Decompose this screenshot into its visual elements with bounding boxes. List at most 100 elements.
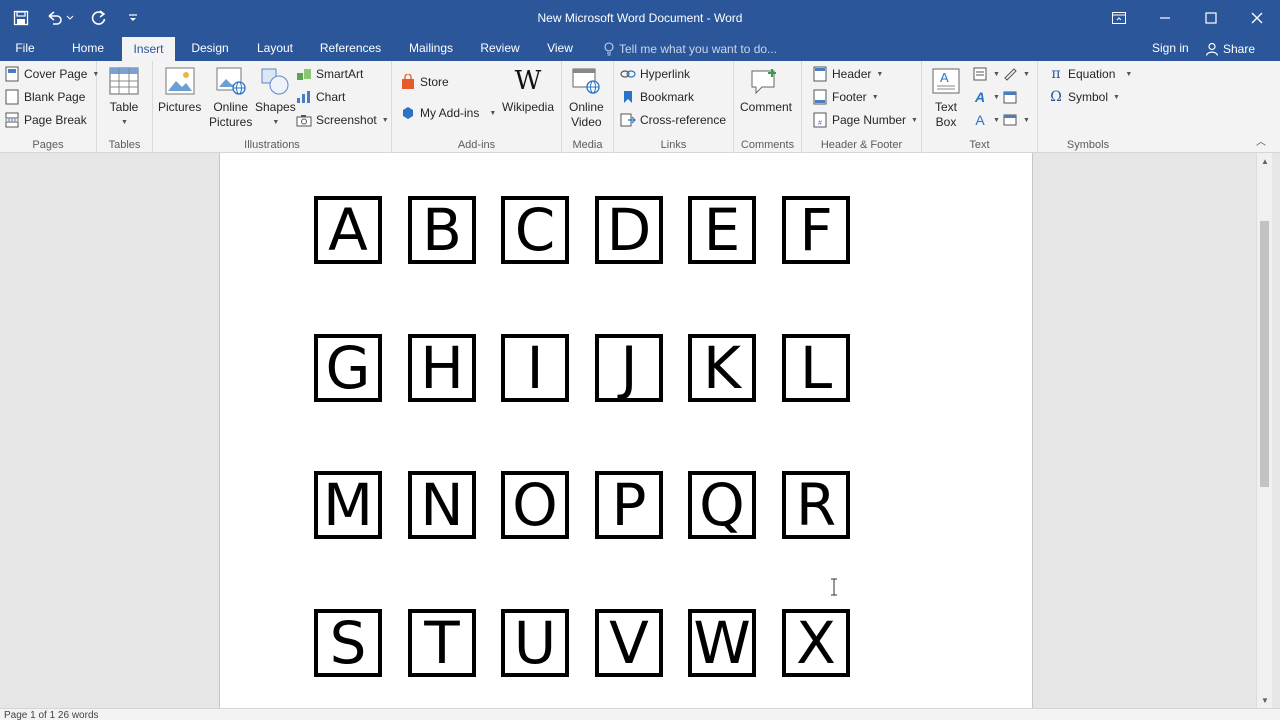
smartart-label: SmartArt: [316, 67, 364, 81]
date-time-button[interactable]: [1002, 86, 1018, 108]
header-button[interactable]: Header ▼: [812, 63, 883, 85]
store-button[interactable]: Store: [400, 71, 449, 93]
cross-reference-button[interactable]: Cross-reference: [620, 109, 726, 131]
quick-parts-button[interactable]: ▼: [972, 63, 1000, 85]
footer-button[interactable]: Footer ▼: [812, 86, 879, 108]
customize-qat-button[interactable]: [118, 5, 148, 31]
comment-button[interactable]: Comment: [740, 65, 792, 115]
letter-box-d: D: [595, 196, 663, 264]
object-button[interactable]: ▼: [1002, 109, 1030, 131]
pictures-label: Pictures: [158, 100, 202, 114]
letter-box-c: C: [501, 196, 569, 264]
redo-button[interactable]: [84, 5, 114, 31]
close-button[interactable]: [1234, 0, 1280, 36]
group-links: Hyperlink Bookmark Cross-reference Links: [614, 61, 734, 153]
header-label: Header: [832, 67, 872, 81]
page-number-label: Page Number: [832, 113, 907, 127]
signature-icon: [1002, 66, 1018, 82]
scroll-up-button[interactable]: ▲: [1257, 153, 1273, 169]
table-button[interactable]: Table ▼: [108, 65, 140, 130]
group-text: A Text Box ▼ ▼ A ▼ A ▼ ▼ Text: [922, 61, 1038, 153]
drop-cap-button[interactable]: A ▼: [972, 109, 1000, 131]
my-addins-button[interactable]: My Add-ins ▼: [400, 102, 496, 124]
share-button[interactable]: Share: [1205, 36, 1255, 61]
online-pictures-button[interactable]: Online Pictures: [209, 65, 252, 130]
document-page[interactable]: ABCDEF GHIJKL MNOPQR STUVWX: [219, 153, 1033, 708]
minimize-button[interactable]: [1142, 0, 1188, 36]
group-illustrations: Pictures Online Pictures Shapes ▼ SmartA…: [153, 61, 392, 153]
wikipedia-button[interactable]: W Wikipedia: [502, 65, 554, 115]
tab-file[interactable]: File: [8, 36, 42, 61]
online-video-label-1: Online: [569, 100, 604, 114]
page-break-button[interactable]: Page Break: [4, 109, 87, 131]
tab-home[interactable]: Home: [64, 36, 112, 61]
object-icon: [1002, 112, 1018, 128]
shapes-label: Shapes: [255, 100, 296, 114]
equation-label: Equation: [1068, 67, 1116, 81]
cross-reference-icon: [620, 112, 636, 128]
redo-icon: [91, 10, 106, 25]
blank-page-button[interactable]: Blank Page: [4, 86, 85, 108]
ribbon-insert: Cover Page ▼ Blank Page Page Break Pages …: [0, 61, 1280, 153]
document-area[interactable]: ABCDEF GHIJKL MNOPQR STUVWX: [0, 153, 1256, 708]
cover-page-button[interactable]: Cover Page ▼: [4, 63, 99, 85]
text-box-button[interactable]: A Text Box: [930, 65, 962, 130]
maximize-icon: [1205, 12, 1217, 24]
quick-access-toolbar: [6, 4, 148, 32]
tab-layout[interactable]: Layout: [249, 36, 301, 61]
letter-box-j: J: [595, 334, 663, 402]
shapes-icon: [259, 65, 291, 97]
group-label-header-footer: Header & Footer: [820, 139, 903, 151]
minimize-icon: [1160, 17, 1170, 19]
bookmark-button[interactable]: Bookmark: [620, 86, 694, 108]
text-box-icon: A: [930, 65, 962, 97]
screenshot-button[interactable]: Screenshot ▼: [296, 109, 389, 131]
tab-references[interactable]: References: [315, 36, 386, 61]
cover-page-icon: [4, 66, 20, 82]
tab-design[interactable]: Design: [185, 36, 235, 61]
symbol-button[interactable]: Ω Symbol ▼: [1048, 86, 1120, 108]
letter-box-x: X: [782, 609, 850, 677]
maximize-button[interactable]: [1188, 0, 1234, 36]
online-video-button[interactable]: Online Video: [569, 65, 604, 130]
signature-line-button[interactable]: ▼: [1002, 63, 1030, 85]
undo-button[interactable]: [40, 5, 80, 31]
tab-review[interactable]: Review: [476, 36, 524, 61]
letter-box-i: I: [501, 334, 569, 402]
collapse-ribbon-icon[interactable]: ︿: [1256, 133, 1266, 148]
screenshot-label: Screenshot: [316, 113, 377, 127]
group-addins: Store My Add-ins ▼ W Wikipedia Add-ins: [392, 61, 562, 153]
group-label-symbols: Symbols: [1066, 139, 1110, 151]
save-icon: [13, 10, 29, 26]
save-button[interactable]: [6, 5, 36, 31]
online-pictures-label-2: Pictures: [209, 115, 253, 129]
letter-box-s: S: [314, 609, 382, 677]
equation-button[interactable]: π Equation ▼: [1048, 63, 1132, 85]
table-icon: [108, 65, 140, 97]
letter-box-r: R: [782, 471, 850, 539]
tab-mailings[interactable]: Mailings: [402, 36, 460, 61]
group-label-links: Links: [660, 139, 687, 151]
sign-in-link[interactable]: Sign in: [1152, 36, 1189, 61]
page-break-icon: [4, 112, 20, 128]
smartart-icon: [296, 66, 312, 82]
smartart-button[interactable]: SmartArt: [296, 63, 363, 85]
svg-text:A: A: [940, 70, 949, 85]
wordart-icon: A: [974, 89, 986, 105]
vertical-scrollbar[interactable]: ▲ ▼: [1256, 153, 1272, 708]
wordart-button[interactable]: A ▼: [972, 86, 1000, 108]
letter-box-k: K: [688, 334, 756, 402]
pictures-button[interactable]: Pictures: [158, 65, 201, 115]
tab-view[interactable]: View: [540, 36, 580, 61]
shapes-button[interactable]: Shapes ▼: [255, 65, 296, 130]
online-video-label-2: Video: [571, 115, 602, 129]
hyperlink-button[interactable]: Hyperlink: [620, 63, 690, 85]
chart-button[interactable]: Chart: [296, 86, 345, 108]
scroll-down-button[interactable]: ▼: [1257, 692, 1273, 708]
ribbon-display-options-button[interactable]: [1096, 0, 1142, 36]
scroll-thumb[interactable]: [1260, 221, 1269, 487]
page-number-button[interactable]: # Page Number ▼: [812, 109, 918, 131]
tell-me-search[interactable]: Tell me what you want to do...: [603, 36, 777, 61]
tab-insert[interactable]: Insert: [122, 36, 175, 61]
quick-parts-icon: [972, 66, 988, 82]
